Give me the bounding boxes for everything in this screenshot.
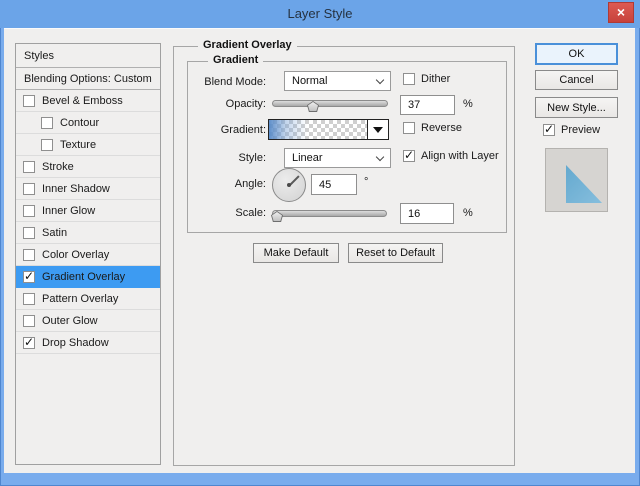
sidebar-item-gradient-overlay[interactable]: Gradient Overlay	[16, 266, 160, 288]
style-item-label: Bevel & Emboss	[42, 94, 123, 107]
dialog-title: Layer Style	[287, 6, 353, 21]
gradient-picker-arrow-icon[interactable]	[367, 120, 388, 139]
styles-header: Styles	[16, 44, 160, 68]
angle-label: Angle:	[234, 178, 266, 190]
style-enabled-checkbox[interactable]	[41, 116, 53, 129]
scale-slider-thumb[interactable]	[271, 211, 283, 222]
style-item-label: Drop Shadow	[42, 336, 109, 349]
sidebar-item-drop-shadow[interactable]: Drop Shadow	[16, 332, 160, 354]
styles-list-panel: Styles Blending Options: Custom Bevel & …	[15, 43, 161, 465]
sidebar-item-bevel-emboss[interactable]: Bevel & Emboss	[16, 90, 160, 112]
layer-style-dialog: Layer Style Styles Blending Options: Cus…	[0, 0, 640, 486]
scale-input[interactable]	[400, 203, 454, 224]
blend-mode-select[interactable]: Normal	[284, 71, 391, 91]
chevron-down-icon	[375, 75, 385, 85]
preview-checkbox-row[interactable]: Preview	[543, 122, 601, 136]
style-enabled-checkbox[interactable]	[23, 160, 35, 173]
style-item-label: Contour	[60, 116, 100, 129]
dialog-body: Styles Blending Options: Custom Bevel & …	[4, 28, 635, 473]
style-enabled-checkbox[interactable]	[23, 226, 35, 239]
opacity-unit: %	[463, 98, 473, 110]
group-title: Gradient Overlay	[198, 39, 297, 51]
style-item-label: Texture	[60, 138, 97, 151]
gradient-label: Gradient:	[220, 124, 266, 136]
sidebar-item-inner-shadow[interactable]: Inner Shadow	[16, 178, 160, 200]
sidebar-item-stroke[interactable]: Stroke	[16, 156, 160, 178]
style-item-label: Pattern Overlay	[42, 292, 119, 305]
make-default-button[interactable]: Make Default	[253, 243, 339, 263]
sidebar-item-outer-glow[interactable]: Outer Glow	[16, 310, 160, 332]
opacity-label: Opacity:	[225, 98, 266, 110]
subgroup-title: Gradient	[208, 54, 264, 66]
style-enabled-checkbox[interactable]	[23, 94, 35, 107]
dither-checkbox-row[interactable]: Dither	[403, 73, 450, 85]
gradient-swatch[interactable]	[268, 119, 389, 140]
preview-label: Preview	[561, 124, 601, 136]
style-enabled-checkbox[interactable]	[23, 292, 35, 305]
sidebar-item-pattern-overlay[interactable]: Pattern Overlay	[16, 288, 160, 310]
sidebar-item-contour[interactable]: Contour	[16, 112, 160, 134]
style-preview-thumbnail	[545, 148, 608, 212]
dither-label: Dither	[421, 73, 451, 85]
sidebar-item-texture[interactable]: Texture	[16, 134, 160, 156]
blend-mode-value: Normal	[292, 75, 328, 87]
style-item-label: Stroke	[42, 160, 74, 173]
chevron-down-icon	[375, 152, 385, 162]
style-label: Style:	[238, 152, 266, 164]
style-enabled-checkbox[interactable]	[23, 269, 35, 283]
style-item-label: Outer Glow	[42, 314, 98, 327]
style-item-label: Satin	[42, 226, 68, 239]
new-style-button[interactable]: New Style...	[535, 97, 618, 118]
style-enabled-checkbox[interactable]	[23, 248, 35, 261]
dither-checkbox[interactable]	[403, 73, 415, 85]
titlebar[interactable]: Layer Style	[0, 0, 640, 28]
sidebar-item-blending-options[interactable]: Blending Options: Custom	[16, 68, 160, 90]
sidebar-item-satin[interactable]: Satin	[16, 222, 160, 244]
align-checkbox-row[interactable]: Align with Layer	[403, 148, 499, 162]
style-value: Linear	[292, 152, 323, 164]
reverse-checkbox-row[interactable]: Reverse	[403, 122, 462, 134]
align-with-layer-checkbox[interactable]	[403, 148, 415, 162]
style-enabled-checkbox[interactable]	[41, 138, 53, 151]
angle-input[interactable]	[311, 174, 357, 195]
ok-button[interactable]: OK	[535, 43, 618, 65]
styles-list: Bevel & Emboss Contour Texture Stroke In…	[16, 90, 160, 354]
style-enabled-checkbox[interactable]	[23, 314, 35, 327]
preview-checkbox[interactable]	[543, 122, 555, 136]
preview-triangle-shape	[566, 165, 602, 203]
style-enabled-checkbox[interactable]	[23, 204, 35, 217]
style-item-label: Gradient Overlay	[42, 270, 126, 283]
reset-to-default-button[interactable]: Reset to Default	[348, 243, 443, 263]
style-item-label: Inner Glow	[42, 204, 96, 217]
style-select[interactable]: Linear	[284, 148, 391, 168]
close-button[interactable]	[608, 2, 634, 23]
style-enabled-checkbox[interactable]	[23, 182, 35, 195]
reverse-checkbox[interactable]	[403, 122, 415, 134]
align-with-layer-label: Align with Layer	[421, 150, 499, 162]
blend-mode-label: Blend Mode:	[204, 76, 266, 88]
angle-hub	[287, 183, 291, 187]
angle-dial[interactable]	[272, 168, 306, 202]
scale-label: Scale:	[235, 207, 266, 219]
opacity-slider-thumb[interactable]	[307, 101, 319, 112]
reverse-label: Reverse	[421, 122, 462, 134]
scale-slider-track[interactable]	[272, 210, 387, 217]
style-item-label: Color Overlay	[42, 248, 110, 261]
style-item-label: Inner Shadow	[42, 182, 110, 195]
scale-unit: %	[463, 207, 473, 219]
opacity-input[interactable]	[400, 95, 455, 115]
sidebar-item-color-overlay[interactable]: Color Overlay	[16, 244, 160, 266]
angle-unit: °	[364, 176, 369, 188]
cancel-button[interactable]: Cancel	[535, 70, 618, 90]
opacity-slider-track[interactable]	[272, 100, 388, 107]
style-enabled-checkbox[interactable]	[23, 335, 35, 349]
sidebar-item-inner-glow[interactable]: Inner Glow	[16, 200, 160, 222]
